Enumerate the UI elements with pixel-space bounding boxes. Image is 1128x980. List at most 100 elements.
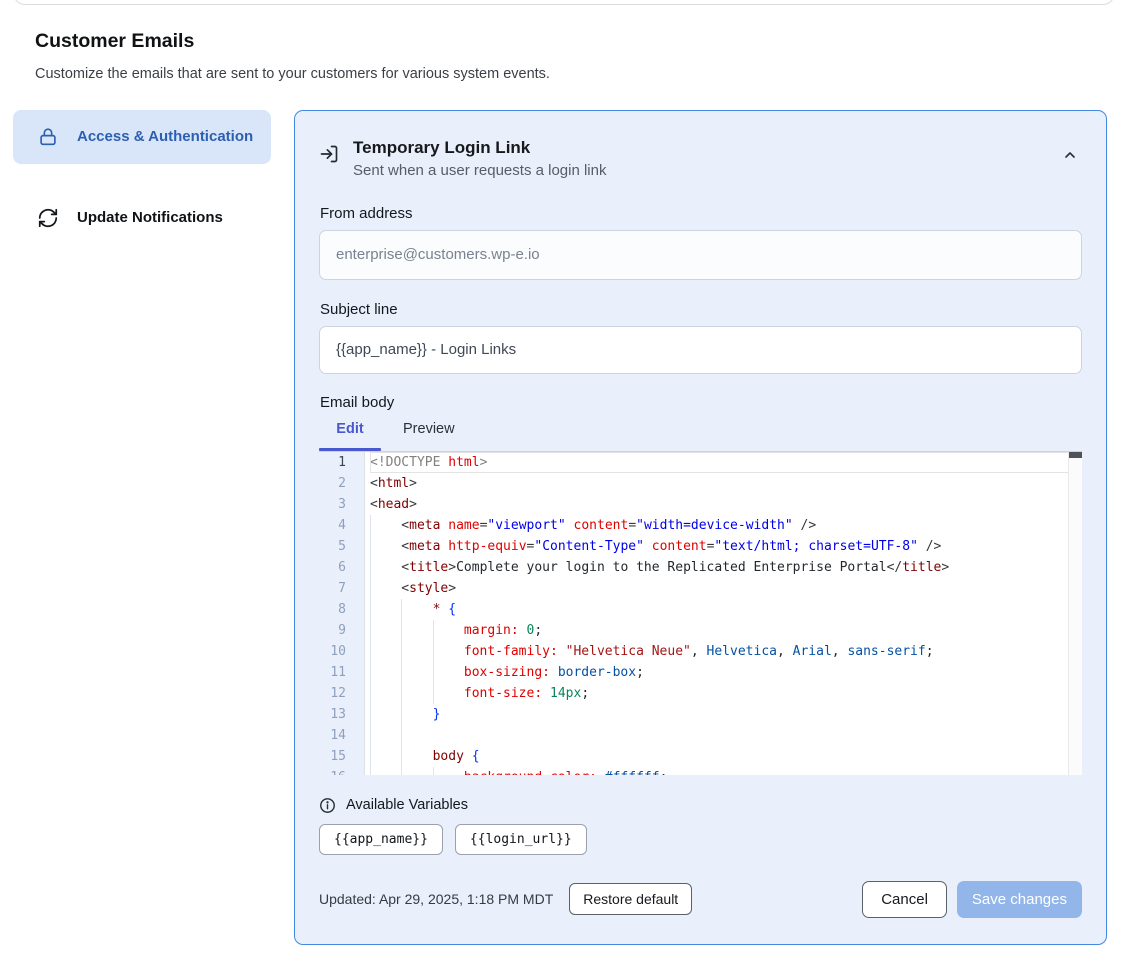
code-token: html [448, 455, 479, 470]
sidebar-item-label: Access & Authentication [77, 125, 253, 149]
panel-header-text: Temporary Login Link Sent when a user re… [353, 137, 606, 179]
sidebar-item-update-notifications[interactable]: Update Notifications [13, 191, 271, 245]
line-number: 14 [319, 725, 364, 746]
indent-guide [370, 599, 401, 620]
code-token [542, 686, 550, 701]
code-token: "Helvetica Neue" [566, 644, 691, 659]
code-line[interactable]: margin: 0; [370, 620, 1082, 641]
code-token: = [628, 518, 636, 533]
code-token: ; [660, 770, 668, 775]
code-token: ; [926, 644, 934, 659]
code-line[interactable]: <html> [370, 473, 1082, 494]
log-in-icon [319, 144, 339, 164]
code-line[interactable]: <title>Complete your login to the Replic… [370, 557, 1082, 578]
code-token: ; [581, 686, 589, 701]
customer-emails-page: Customer Emails Customize the emails tha… [0, 0, 1128, 980]
line-number: 4 [319, 515, 364, 536]
code-token: > [448, 581, 456, 596]
variable-chip-app-name[interactable]: {{app_name}} [319, 824, 443, 855]
code-token: ; [636, 665, 644, 680]
indent-guide [370, 662, 401, 683]
subject-line-input[interactable] [319, 326, 1082, 374]
code-line[interactable]: font-family: "Helvetica Neue", Helvetica… [370, 641, 1082, 662]
code-token: box-sizing: [464, 665, 550, 680]
code-line[interactable]: <meta name="viewport" content="width=dev… [370, 515, 1082, 536]
chevron-up-icon [1062, 147, 1078, 163]
code-token: } [433, 707, 441, 722]
collapse-section-button[interactable] [1058, 137, 1082, 173]
indent-guide [370, 578, 401, 599]
save-changes-button[interactable]: Save changes [957, 881, 1082, 918]
indent-guide [370, 746, 401, 767]
code-line[interactable]: box-sizing: border-box; [370, 662, 1082, 683]
code-line[interactable]: } [370, 704, 1082, 725]
code-editor[interactable]: 12345678910111213141516 <!DOCTYPE html><… [319, 451, 1082, 775]
editor-scrollbar-thumb[interactable] [1069, 452, 1082, 458]
code-token: meta [409, 518, 440, 533]
code-token: #ffffff [605, 770, 660, 775]
variable-chip-login-url[interactable]: {{login_url}} [455, 824, 587, 855]
code-token: /> [926, 539, 942, 554]
code-token [566, 518, 574, 533]
code-line[interactable]: <meta http-equiv="Content-Type" content=… [370, 536, 1082, 557]
tab-preview[interactable]: Preview [403, 421, 455, 451]
lock-icon [37, 126, 59, 148]
indent-guide [401, 767, 432, 775]
code-line[interactable]: <!DOCTYPE html> [370, 452, 1082, 473]
restore-default-button[interactable]: Restore default [569, 883, 692, 915]
indent-guide [401, 725, 432, 746]
code-token: > [409, 476, 417, 491]
indent-guide [370, 536, 401, 557]
code-line[interactable] [370, 725, 1082, 746]
code-token: , [691, 644, 707, 659]
code-token [644, 539, 652, 554]
code-token: { [472, 749, 480, 764]
indent-guide [370, 515, 401, 536]
sidebar-item-access-authentication[interactable]: Access & Authentication [13, 110, 271, 164]
available-variables-row: Available Variables [319, 797, 1082, 814]
indent-guide [370, 725, 401, 746]
code-token: font-size: [464, 686, 542, 701]
code-line[interactable]: * { [370, 599, 1082, 620]
available-variables-label: Available Variables [346, 797, 468, 813]
editor-code[interactable]: <!DOCTYPE html><html><head><meta name="v… [365, 452, 1082, 775]
line-number: 5 [319, 536, 364, 557]
line-number: 3 [319, 494, 364, 515]
cancel-button[interactable]: Cancel [862, 881, 947, 918]
code-token: < [370, 497, 378, 512]
indent-guide [401, 704, 432, 725]
editor-scrollbar[interactable] [1068, 452, 1082, 775]
code-line[interactable]: <head> [370, 494, 1082, 515]
code-token: sans-serif [847, 644, 925, 659]
code-token: 14px [550, 686, 581, 701]
indent-guide [401, 641, 432, 662]
indent-guide [433, 662, 464, 683]
indent-guide [433, 683, 464, 704]
code-line[interactable]: background-color: #ffffff; [370, 767, 1082, 775]
code-token [793, 518, 801, 533]
code-token: "text/html; charset=UTF-8" [714, 539, 918, 554]
code-token: meta [409, 539, 440, 554]
code-token: font-family: [464, 644, 558, 659]
code-token: content [574, 518, 629, 533]
code-token: , [777, 644, 793, 659]
line-number: 9 [319, 620, 364, 641]
code-token: </ [887, 560, 903, 575]
code-token: margin: [464, 623, 519, 638]
code-token: head [378, 497, 409, 512]
indent-guide [401, 662, 432, 683]
indent-guide [370, 641, 401, 662]
code-token: name [448, 518, 479, 533]
refresh-icon [37, 207, 59, 229]
page-title: Customer Emails [35, 30, 194, 53]
code-line[interactable]: body { [370, 746, 1082, 767]
code-line[interactable]: font-size: 14px; [370, 683, 1082, 704]
tab-edit[interactable]: Edit [319, 421, 381, 451]
info-icon [319, 797, 336, 814]
line-number: 1 [319, 452, 364, 473]
code-token: > [480, 455, 488, 470]
code-token: Helvetica [707, 644, 777, 659]
code-line[interactable]: <style> [370, 578, 1082, 599]
from-address-input[interactable] [319, 230, 1082, 280]
indent-guide [370, 767, 401, 775]
